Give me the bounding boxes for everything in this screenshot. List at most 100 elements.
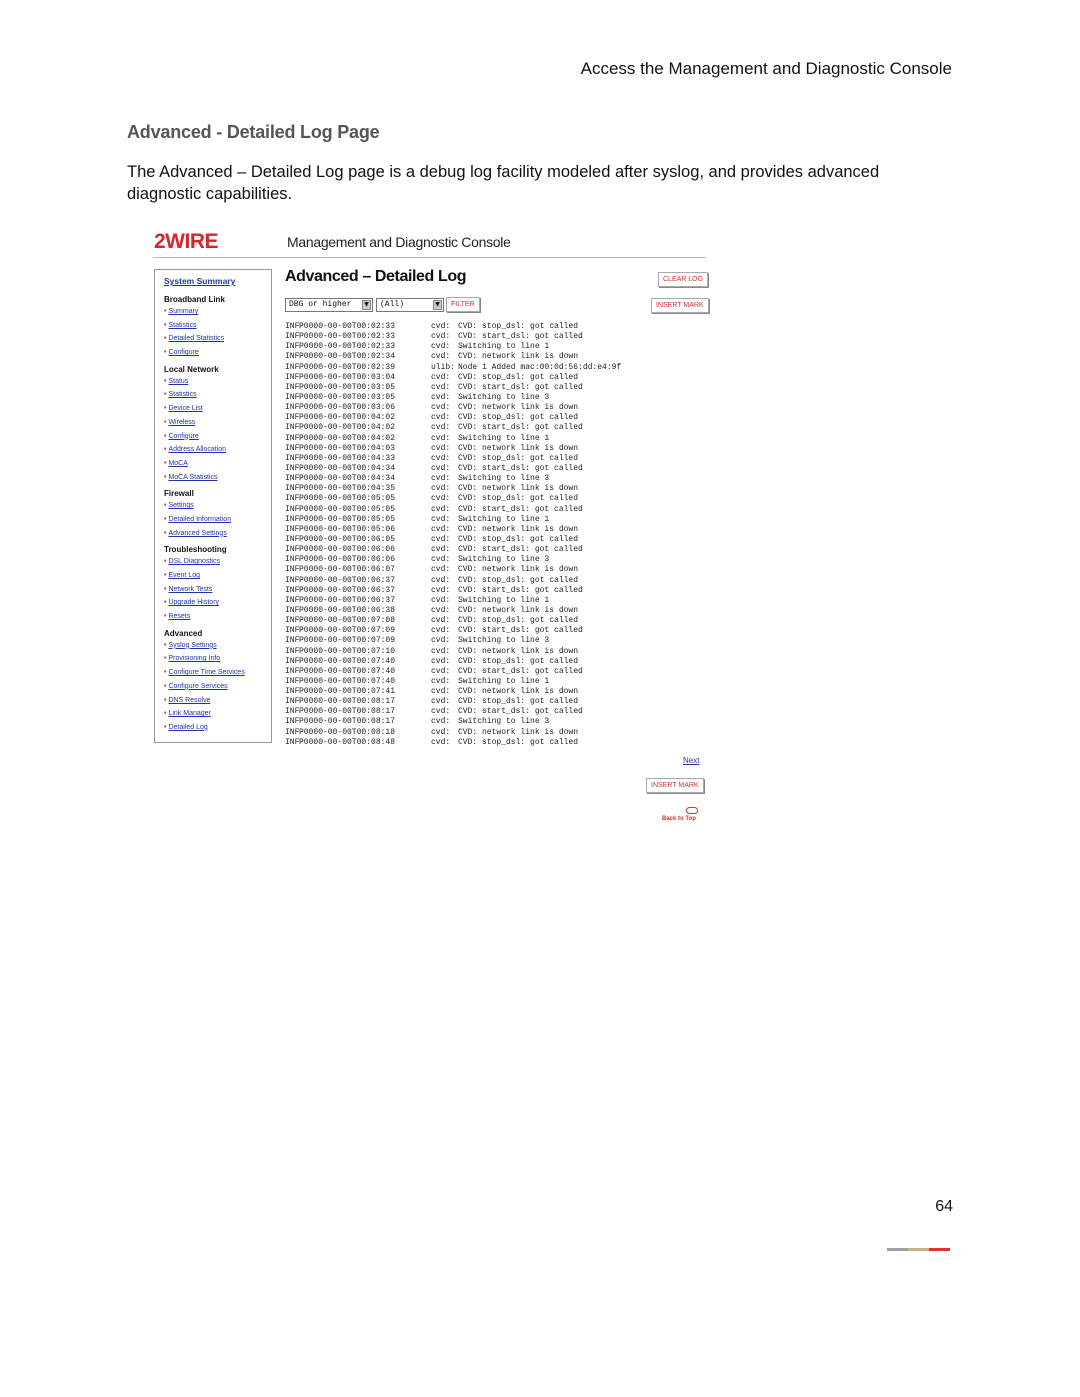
log-row: INFP0000-00-00T00:06:07 cvd: CVD: network … bbox=[285, 565, 621, 575]
sidebar-item-label[interactable]: DNS Resolve bbox=[168, 697, 210, 704]
chevron-down-icon[interactable]: ▼ bbox=[362, 300, 371, 310]
source-filter-select[interactable]: (All) ▼ bbox=[376, 298, 444, 312]
sidebar-item-advanced-settings[interactable]: • Advanced Settings bbox=[164, 527, 271, 541]
log-timestamp: P0000-00-00T00:03:06 bbox=[299, 403, 396, 413]
bullet-icon: • bbox=[164, 558, 167, 566]
sidebar-item-detailed-log[interactable]: • Detailed Log bbox=[164, 721, 271, 735]
log-source: cvd: bbox=[431, 656, 451, 666]
log-source: cvd: bbox=[431, 484, 451, 494]
sidebar-item-dns-resolve[interactable]: • DNS Resolve bbox=[164, 694, 271, 708]
sidebar-item-moca-statistics[interactable]: • MoCA Statistics bbox=[164, 471, 271, 485]
sidebar-item-moca[interactable]: • MoCA bbox=[164, 457, 271, 471]
sidebar-item-label[interactable]: Syslog Settings bbox=[168, 642, 216, 649]
sidebar-item-detailed-statistics[interactable]: • Detailed Statistics bbox=[164, 332, 271, 346]
log-source: cvd: bbox=[431, 433, 451, 443]
sidebar-item-label[interactable]: Provisioning Info bbox=[168, 655, 220, 662]
log-timestamp: P0000-00-00T00:02:33 bbox=[299, 332, 396, 342]
sidebar-item-statistics[interactable]: • Statistics bbox=[164, 319, 271, 333]
log-timestamp: P0000-00-00T00:02:34 bbox=[299, 352, 396, 362]
log-level: INF bbox=[285, 707, 300, 717]
sidebar-item-summary[interactable]: • Summary bbox=[164, 305, 271, 319]
sidebar-item-label[interactable]: Link Manager bbox=[168, 710, 210, 717]
sidebar-item-detailed-information[interactable]: • Detailed Information bbox=[164, 513, 271, 527]
sidebar-item-network-tests[interactable]: • Network Tests bbox=[164, 583, 271, 597]
sidebar-item-label[interactable]: Detailed Log bbox=[168, 724, 207, 731]
log-source: cvd: bbox=[431, 413, 451, 423]
sidebar-item-configure[interactable]: • Configure bbox=[164, 346, 271, 360]
sidebar-item-settings[interactable]: • Settings bbox=[164, 499, 271, 513]
sidebar-item-configure-services[interactable]: • Configure Services bbox=[164, 680, 271, 694]
sidebar-item-address-allocation[interactable]: • Address Allocation bbox=[164, 443, 271, 457]
log-timestamp: P0000-00-00T00:06:38 bbox=[299, 605, 396, 615]
sidebar-item-label[interactable]: Settings bbox=[168, 502, 193, 509]
sidebar-item-configure[interactable]: • Configure bbox=[164, 430, 271, 444]
chevron-down-icon[interactable]: ▼ bbox=[433, 300, 442, 310]
sidebar-item-upgrade-history[interactable]: • Upgrade History bbox=[164, 596, 271, 610]
log-timestamp: P0000-00-00T00:04:34 bbox=[299, 474, 396, 484]
log-row: INFP0000-00-00T00:02:33 cvd: Switching to … bbox=[285, 342, 621, 352]
sidebar-item-label[interactable]: Upgrade History bbox=[168, 599, 219, 606]
sidebar-item-label[interactable]: Summary bbox=[168, 308, 198, 315]
sidebar-item-label[interactable]: Statistics bbox=[168, 322, 196, 329]
log-level: INF bbox=[285, 413, 300, 423]
log-source: cvd: bbox=[431, 332, 451, 342]
sidebar-item-device-list[interactable]: • Device List bbox=[164, 402, 271, 416]
sidebar-item-event-log[interactable]: • Event Log bbox=[164, 569, 271, 583]
bullet-icon: • bbox=[164, 418, 167, 426]
sidebar-item-label[interactable]: Detailed Statistics bbox=[168, 335, 224, 342]
clear-log-button[interactable]: CLEAR LOG bbox=[658, 272, 709, 287]
sidebar-item-label[interactable]: Event Log bbox=[168, 572, 200, 579]
log-message: CVD: stop_dsl: got called bbox=[458, 737, 579, 747]
log-level: INF bbox=[285, 403, 300, 413]
sidebar-item-label[interactable]: Wireless bbox=[168, 419, 195, 426]
sidebar-item-configure-time-services[interactable]: • Configure Time Services bbox=[164, 666, 271, 680]
sidebar-item-wireless[interactable]: • Wireless bbox=[164, 416, 271, 430]
sidebar-item-link-manager[interactable]: • Link Manager bbox=[164, 707, 271, 721]
sidebar-item-label[interactable]: Configure Time Services bbox=[168, 669, 244, 676]
back-to-top-link[interactable]: Back to Top bbox=[662, 816, 696, 822]
log-message: CVD: start_dsl: got called bbox=[458, 423, 583, 433]
sidebar-item-label[interactable]: Network Tests bbox=[168, 586, 212, 593]
sidebar-item-label[interactable]: Address Allocation bbox=[168, 446, 226, 453]
bullet-icon: • bbox=[164, 446, 167, 454]
log-level: INF bbox=[285, 595, 300, 605]
log-level: INF bbox=[285, 484, 300, 494]
sidebar-item-label[interactable]: Advanced Settings bbox=[168, 530, 226, 537]
log-source: cvd: bbox=[431, 403, 451, 413]
level-filter-select[interactable]: DBG or higher ▼ bbox=[285, 298, 373, 312]
sidebar-item-label[interactable]: DSL Diagnostics bbox=[168, 558, 220, 565]
sidebar-item-statistics[interactable]: • Statistics bbox=[164, 388, 271, 402]
insert-mark-bottom-button[interactable]: INSERT MARK bbox=[646, 778, 704, 793]
sidebar-item-label[interactable]: Configure Services bbox=[168, 683, 227, 690]
sidebar-item-dsl-diagnostics[interactable]: • DSL Diagnostics bbox=[164, 555, 271, 569]
sidebar-item-syslog-settings[interactable]: • Syslog Settings bbox=[164, 639, 271, 653]
sidebar-item-label[interactable]: MoCA Statistics bbox=[168, 474, 217, 481]
sidebar-item-label[interactable]: Device List bbox=[168, 405, 202, 412]
sidebar-item-provisioning-info[interactable]: • Provisioning Info bbox=[164, 652, 271, 666]
sidebar-item-label[interactable]: Statistics bbox=[168, 391, 196, 398]
bullet-icon: • bbox=[164, 613, 167, 621]
log-message: CVD: stop_dsl: got called bbox=[458, 616, 579, 626]
sidebar-item-label[interactable]: MoCA bbox=[168, 460, 187, 467]
bullet-icon: • bbox=[164, 641, 167, 649]
log-timestamp: P0000-00-00T00:02:33 bbox=[299, 322, 396, 331]
sidebar-item-label[interactable]: Configure bbox=[168, 349, 198, 356]
bullet-icon: • bbox=[164, 529, 167, 537]
next-page-link[interactable]: Next bbox=[683, 756, 699, 765]
insert-mark-button[interactable]: INSERT MARK bbox=[651, 298, 709, 313]
sidebar-group-title: Local Network bbox=[164, 364, 219, 374]
sidebar-item-label[interactable]: Configure bbox=[168, 433, 198, 440]
log-level: INF bbox=[285, 585, 300, 595]
filter-button[interactable]: FILTER bbox=[446, 297, 480, 312]
sidebar-item-label[interactable]: Status bbox=[168, 378, 188, 385]
sidebar-item-label[interactable]: Resets bbox=[168, 613, 190, 620]
log-level: INF bbox=[285, 727, 300, 737]
log-row: INFP0000-00-00T00:02:39 ulib: Node 1 Added… bbox=[285, 363, 621, 373]
sidebar-system-summary-link[interactable]: System Summary bbox=[164, 276, 271, 286]
log-timestamp: P0000-00-00T00:05:05 bbox=[299, 504, 396, 514]
back-to-top-icon[interactable] bbox=[686, 807, 698, 814]
sidebar-item-status[interactable]: • Status bbox=[164, 375, 271, 389]
log-timestamp: P0000-00-00T00:05:06 bbox=[299, 524, 396, 534]
sidebar-item-resets[interactable]: • Resets bbox=[164, 610, 271, 624]
sidebar-item-label[interactable]: Detailed Information bbox=[168, 516, 231, 523]
